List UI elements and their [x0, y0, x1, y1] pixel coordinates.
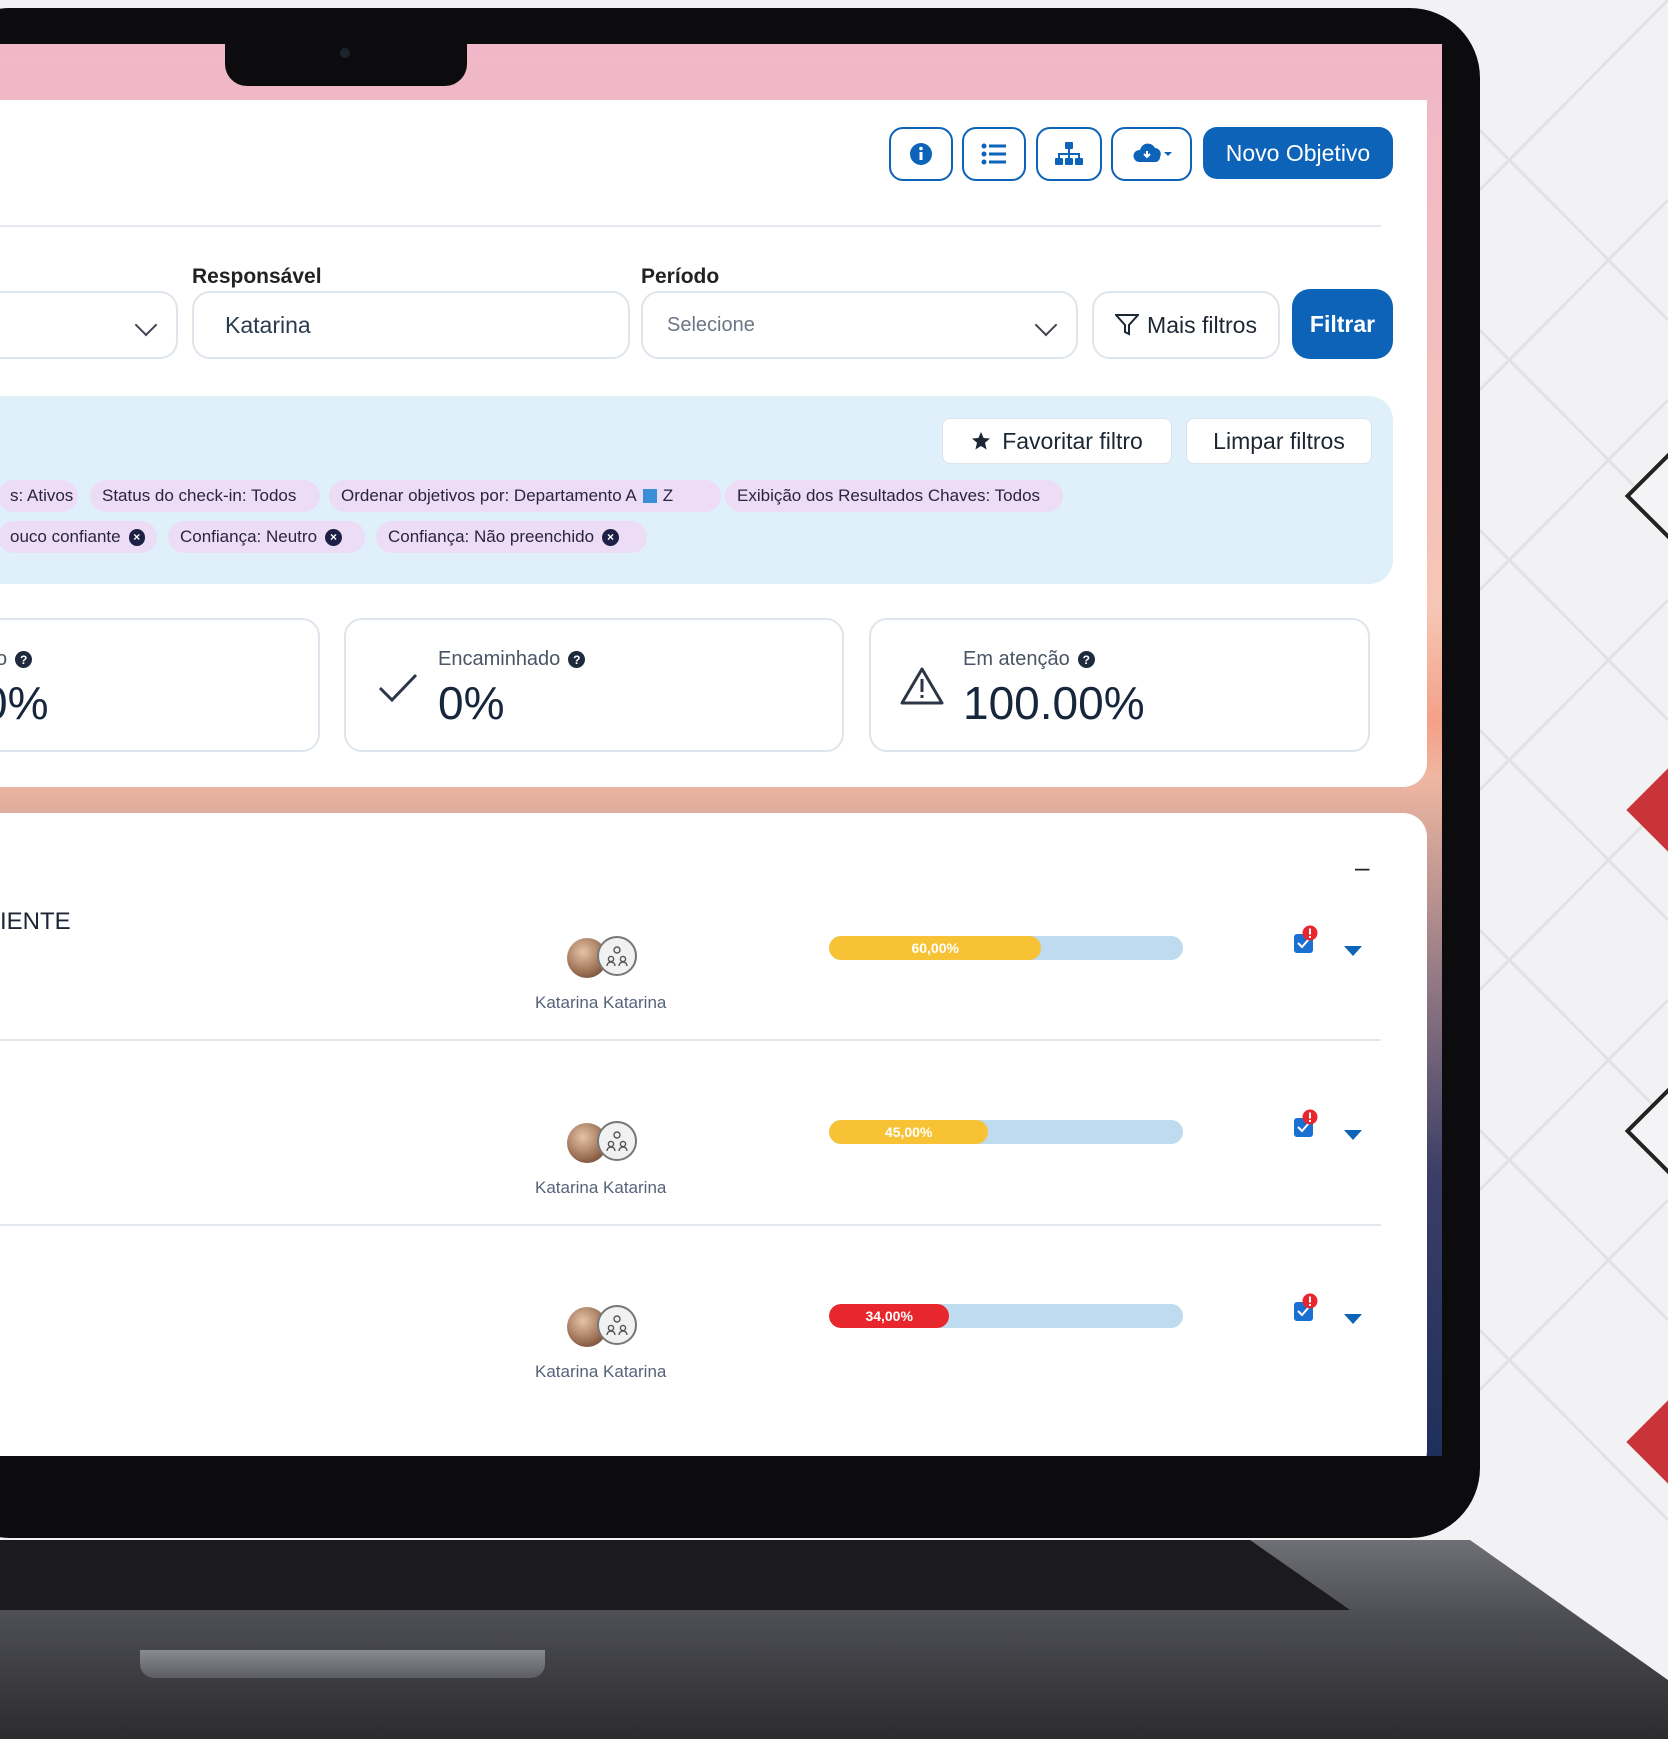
responsavel-label: Responsável	[192, 265, 322, 288]
more-filters-label: Mais filtros	[1147, 311, 1257, 338]
progress-fill: 34,00%	[829, 1304, 950, 1328]
check-icon	[378, 673, 418, 703]
progress-fill: 60,00%	[829, 936, 1042, 960]
expand-row-caret-icon[interactable]	[1344, 1130, 1362, 1140]
summary-card-attention: Em atenção? 100.00%	[869, 618, 1370, 752]
department-select[interactable]	[0, 291, 178, 359]
help-icon[interactable]: ?	[15, 651, 33, 668]
help-icon[interactable]: ?	[1077, 651, 1095, 668]
periodo-placeholder: Selecione	[667, 313, 755, 336]
favorite-filter-label: Favoritar filtro	[1002, 427, 1143, 454]
team-icon	[606, 1131, 628, 1152]
team-icon	[606, 946, 628, 967]
owner-name: Katarina Katarina	[535, 993, 667, 1012]
objectives-list-panel	[0, 813, 1427, 1456]
owner-name: Katarina Katarina	[535, 1178, 667, 1197]
more-filters-button[interactable]: Mais filtros	[1092, 291, 1280, 359]
new-objective-button[interactable]: Novo Objetivo	[1203, 127, 1393, 179]
checkin-alert-icon[interactable]	[1292, 1109, 1318, 1139]
expand-row-caret-icon[interactable]	[1344, 946, 1362, 956]
progress-bar: 34,00%	[829, 1304, 1183, 1328]
filter-icon	[1115, 314, 1140, 336]
export-dropdown-button[interactable]	[1111, 127, 1192, 181]
filter-chip-sort: Ordenar objetivos por: Departamento A Z	[329, 480, 721, 512]
clear-filters-button[interactable]: Limpar filtros	[1186, 418, 1372, 464]
star-icon	[972, 432, 991, 450]
expand-row-caret-icon[interactable]	[1344, 1314, 1362, 1324]
owner-avatars	[567, 1121, 637, 1165]
hierarchy-view-button[interactable]	[1036, 127, 1102, 181]
header-divider	[0, 225, 1381, 227]
summary-card-ontrack: o? 0%	[0, 618, 320, 752]
cloud-download-icon	[1132, 143, 1172, 162]
laptop-screen: Novo Objetivo Responsável Katarina Perío…	[0, 44, 1442, 1456]
owner-name: Katarina Katarina	[535, 1362, 667, 1381]
team-icon	[606, 1315, 628, 1336]
filter-chip-key-results: Exibição dos Resultados Chaves: Todos	[725, 480, 1063, 512]
progress-fill: 45,00%	[829, 1120, 989, 1144]
filter-chip-status: s: Ativos	[0, 480, 78, 512]
filter-chip-checkin: Status do check-in: Todos	[90, 480, 320, 512]
collapse-button[interactable]: –	[1355, 852, 1369, 883]
team-avatar	[597, 1305, 637, 1345]
responsavel-value: Katarina	[225, 311, 311, 338]
objective-title[interactable]: IENTE	[0, 908, 71, 936]
warning-icon	[900, 667, 944, 705]
help-icon[interactable]: ?	[568, 651, 586, 668]
camera-notch	[225, 40, 467, 86]
filter-chip-confidence-low[interactable]: ouco confiante ×	[0, 521, 157, 553]
responsavel-input[interactable]: Katarina	[192, 291, 630, 359]
progress-bar: 60,00%	[829, 936, 1183, 960]
owner-avatars	[567, 936, 637, 980]
filter-chip-confidence-empty[interactable]: Confiança: Não preenchido ×	[376, 521, 647, 553]
periodo-label: Período	[641, 265, 720, 288]
remove-chip-icon[interactable]: ×	[128, 528, 145, 546]
team-avatar	[597, 1121, 637, 1161]
camera-icon	[340, 48, 350, 58]
remove-chip-icon[interactable]: ×	[325, 528, 343, 546]
filter-chip-confidence-neutral[interactable]: Confiança: Neutro ×	[168, 521, 365, 553]
chevron-down-icon	[134, 313, 158, 337]
owner-avatars	[567, 1305, 637, 1349]
favorite-filter-button[interactable]: Favoritar filtro	[942, 418, 1172, 464]
checkin-alert-icon[interactable]	[1292, 925, 1318, 955]
progress-bar: 45,00%	[829, 1120, 1183, 1144]
periodo-select[interactable]: Selecione	[641, 291, 1078, 359]
chevron-down-icon	[1034, 313, 1058, 337]
hierarchy-icon	[1055, 142, 1083, 165]
list-view-button[interactable]	[962, 127, 1026, 181]
summary-card-forwarded: Encaminhado? 0%	[344, 618, 844, 752]
row-divider	[0, 1039, 1381, 1041]
apply-filter-button[interactable]: Filtrar	[1292, 289, 1393, 359]
remove-chip-icon[interactable]: ×	[602, 528, 620, 546]
checkin-alert-icon[interactable]	[1292, 1293, 1318, 1323]
list-icon	[981, 143, 1006, 165]
laptop-lip	[140, 1650, 545, 1678]
sort-icon	[642, 489, 657, 503]
info-icon	[910, 143, 932, 165]
info-button[interactable]	[889, 127, 953, 181]
row-divider	[0, 1224, 1381, 1226]
team-avatar	[597, 936, 637, 976]
